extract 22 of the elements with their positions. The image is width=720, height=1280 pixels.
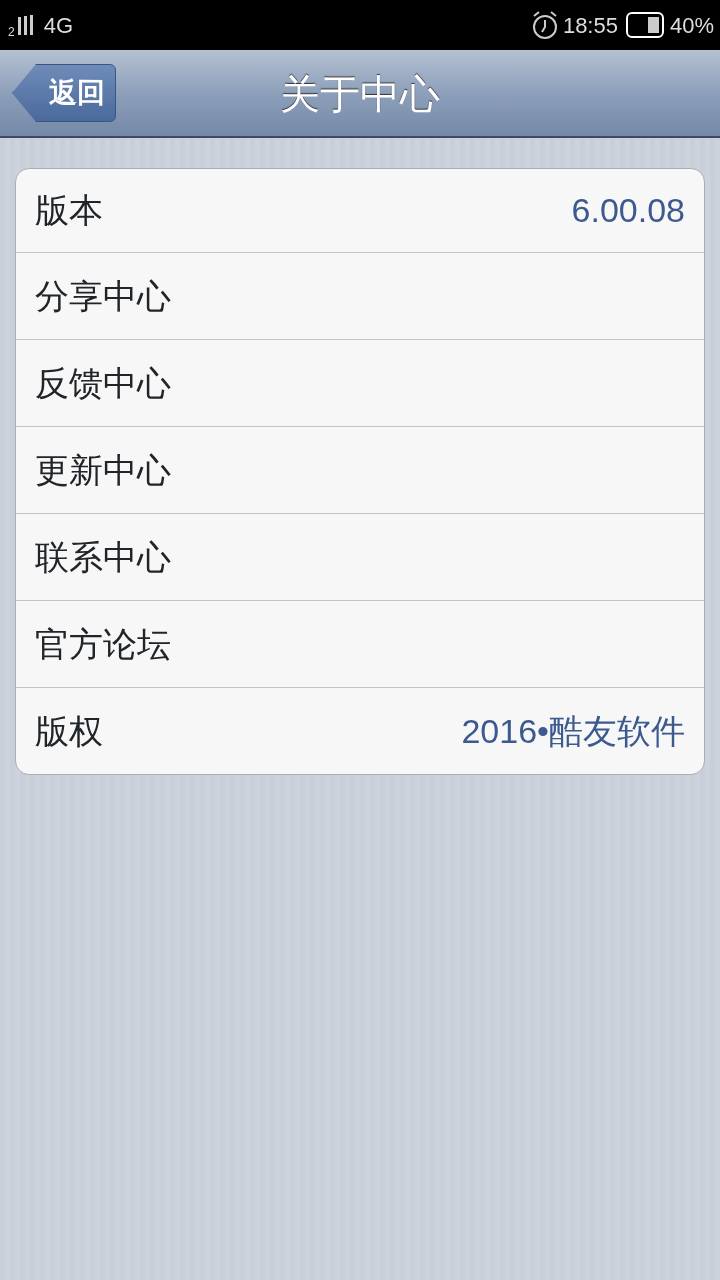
row-value: 2016•酷友软件 xyxy=(461,710,685,752)
row-label: 版本 xyxy=(35,190,103,231)
row-value: 6.00.08 xyxy=(571,190,685,231)
row-label: 分享中心 xyxy=(35,275,171,317)
row-label: 官方论坛 xyxy=(35,623,171,665)
page-title: 关于中心 xyxy=(280,71,440,118)
list-row[interactable]: 分享中心 xyxy=(16,252,704,339)
list-row[interactable]: 版本 6.00.08 xyxy=(16,169,704,252)
status-time: 18:55 xyxy=(562,11,618,40)
network-type: 4G xyxy=(43,11,74,40)
row-label: 联系中心 xyxy=(35,536,171,578)
row-label: 版权 xyxy=(35,710,103,752)
back-button[interactable]: 返回 xyxy=(12,64,116,122)
battery-percent: 40% xyxy=(669,11,714,40)
row-label: 更新中心 xyxy=(35,449,171,491)
list-row[interactable]: 更新中心 xyxy=(16,426,704,513)
list-row[interactable]: 反馈中心 xyxy=(16,339,704,426)
row-label: 反馈中心 xyxy=(35,362,171,404)
list-row[interactable]: 官方论坛 xyxy=(16,600,704,687)
sim-number: 2 xyxy=(8,26,15,38)
list-row[interactable]: 版权 2016•酷友软件 xyxy=(16,687,704,774)
list-row[interactable]: 联系中心 xyxy=(16,513,704,600)
